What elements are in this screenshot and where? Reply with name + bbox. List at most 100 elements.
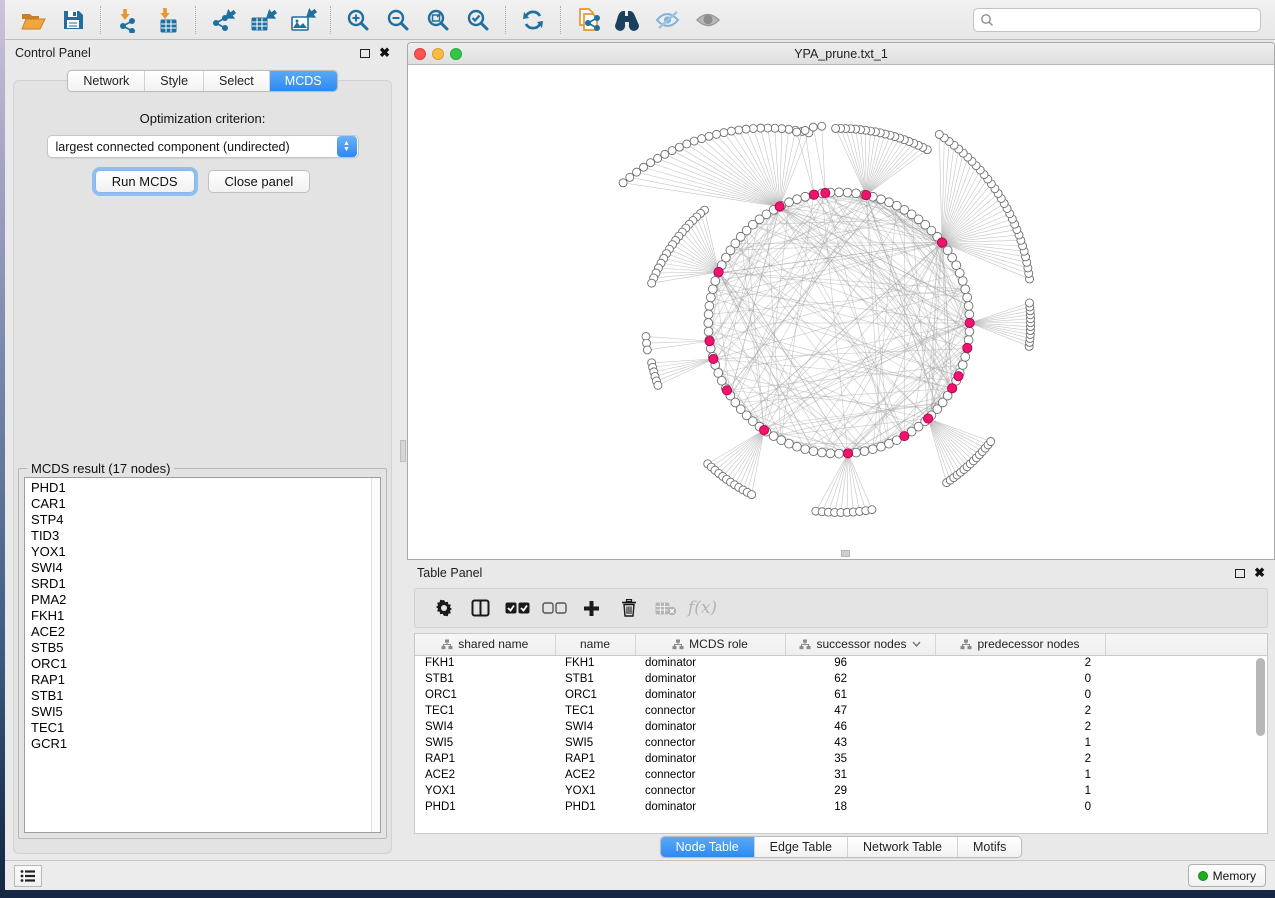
tab-network-table[interactable]: Network Table: [848, 837, 958, 857]
tab-edge-table[interactable]: Edge Table: [755, 837, 848, 857]
mcds-result-item[interactable]: PMA2: [31, 592, 371, 608]
mcds-result-item[interactable]: CAR1: [31, 496, 371, 512]
splitter-grip[interactable]: [400, 440, 406, 462]
table-row[interactable]: RAP1RAP1dominator352: [415, 751, 1267, 767]
node-table[interactable]: shared namenameMCDS rolesuccessor nodesp…: [414, 633, 1268, 834]
mcds-node[interactable]: [821, 188, 830, 197]
first-neighbors-button[interactable]: [608, 3, 648, 37]
import-table-button[interactable]: [148, 3, 188, 37]
close-panel-button[interactable]: Close panel: [208, 170, 311, 193]
save-session-button[interactable]: [53, 3, 93, 37]
mcds-node[interactable]: [722, 386, 731, 395]
column-header-MCDS-role[interactable]: MCDS role: [635, 634, 785, 655]
mcds-result-item[interactable]: STP4: [31, 512, 371, 528]
search-box[interactable]: [973, 8, 1261, 32]
mcds-node[interactable]: [775, 202, 784, 211]
export-table-button[interactable]: [243, 3, 283, 37]
mcds-node[interactable]: [862, 191, 871, 200]
close-table-panel-icon[interactable]: ✖: [1254, 568, 1265, 578]
mcds-result-item[interactable]: STB5: [31, 640, 371, 656]
mcds-result-item[interactable]: FKH1: [31, 608, 371, 624]
mcds-list-scrollbar[interactable]: [371, 478, 380, 832]
table-row[interactable]: PHD1PHD1dominator180: [415, 799, 1267, 815]
tab-mcds[interactable]: MCDS: [270, 71, 337, 91]
open-session-button[interactable]: [13, 3, 53, 37]
mcds-node[interactable]: [963, 343, 972, 352]
show-panels-menu-button[interactable]: [14, 865, 42, 887]
mcds-result-item[interactable]: ACE2: [31, 624, 371, 640]
mcds-result-item[interactable]: SWI5: [31, 704, 371, 720]
zoom-in-button[interactable]: [338, 3, 378, 37]
table-row[interactable]: YOX1YOX1connector291: [415, 783, 1267, 799]
select-all-checkboxes-button[interactable]: [499, 592, 536, 624]
run-mcds-button[interactable]: Run MCDS: [95, 170, 195, 193]
mcds-result-item[interactable]: SRD1: [31, 576, 371, 592]
table-row[interactable]: STB1STB1dominator620: [415, 671, 1267, 687]
mcds-node[interactable]: [937, 238, 946, 247]
import-network-button[interactable]: [108, 3, 148, 37]
deselect-all-checkboxes-button[interactable]: [536, 592, 573, 624]
table-row[interactable]: SWI5SWI5connector431: [415, 735, 1267, 751]
mcds-node[interactable]: [714, 267, 723, 276]
mcds-node[interactable]: [709, 354, 718, 363]
tab-network[interactable]: Network: [68, 71, 145, 91]
mcds-result-item[interactable]: YOX1: [31, 544, 371, 560]
column-header-predecessor-nodes[interactable]: predecessor nodes: [935, 634, 1105, 655]
mcds-result-item[interactable]: PHD1: [31, 480, 371, 496]
mcds-node[interactable]: [948, 384, 957, 393]
tab-select[interactable]: Select: [204, 71, 270, 91]
tab-style[interactable]: Style: [145, 71, 204, 91]
tab-node-table[interactable]: Node Table: [661, 837, 755, 857]
memory-status-icon: [1198, 871, 1208, 881]
search-input[interactable]: [994, 13, 1254, 27]
mcds-result-item[interactable]: STB1: [31, 688, 371, 704]
mcds-node[interactable]: [965, 318, 974, 327]
table-row[interactable]: TEC1TEC1connector472: [415, 703, 1267, 719]
float-panel-icon[interactable]: [360, 49, 370, 58]
panel-splitter[interactable]: [400, 40, 406, 860]
column-header-name[interactable]: name: [555, 634, 635, 655]
table-scrollbar-thumb[interactable]: [1256, 658, 1265, 736]
table-row[interactable]: SWI4SWI4dominator462: [415, 719, 1267, 735]
mcds-node[interactable]: [705, 337, 714, 346]
mcds-result-list[interactable]: PHD1CAR1STP4TID3YOX1SWI4SRD1PMA2FKH1ACE2…: [24, 477, 381, 833]
network-table-splitter-grip[interactable]: [841, 550, 850, 557]
zoom-out-button[interactable]: [378, 3, 418, 37]
column-header-shared-name[interactable]: shared name: [415, 634, 555, 655]
apply-layout-button[interactable]: [513, 3, 553, 37]
memory-button[interactable]: Memory: [1188, 864, 1266, 887]
show-all-button[interactable]: [688, 3, 728, 37]
mcds-node[interactable]: [900, 432, 909, 441]
gear-button[interactable]: [425, 592, 462, 624]
network-canvas[interactable]: [408, 65, 1274, 559]
mcds-node[interactable]: [843, 449, 852, 458]
mcds-node[interactable]: [924, 414, 933, 423]
delete-button[interactable]: [610, 592, 647, 624]
mcds-result-item[interactable]: GCR1: [31, 736, 371, 752]
table-row[interactable]: ORC1ORC1dominator610: [415, 687, 1267, 703]
float-table-panel-icon[interactable]: [1235, 569, 1245, 578]
mcds-node[interactable]: [954, 372, 963, 381]
zoom-fit-button[interactable]: [418, 3, 458, 37]
duplicate-network-button[interactable]: [568, 3, 608, 37]
column-header-successor-nodes[interactable]: successor nodes: [785, 634, 935, 655]
zoom-selected-button[interactable]: [458, 3, 498, 37]
mcds-result-item[interactable]: ORC1: [31, 656, 371, 672]
mcds-result-item[interactable]: TID3: [31, 528, 371, 544]
export-image-button[interactable]: [283, 3, 323, 37]
table-row[interactable]: FKH1FKH1dominator962: [415, 655, 1267, 671]
mcds-result-item[interactable]: TEC1: [31, 720, 371, 736]
table-row[interactable]: ACE2ACE2connector311: [415, 767, 1267, 783]
add-button[interactable]: [573, 592, 610, 624]
tab-motifs[interactable]: Motifs: [958, 837, 1021, 857]
export-network-button[interactable]: [203, 3, 243, 37]
hide-selected-button[interactable]: [648, 3, 688, 37]
split-pane-button[interactable]: [462, 592, 499, 624]
network-window-titlebar[interactable]: YPA_prune.txt_1: [408, 43, 1274, 65]
close-panel-icon[interactable]: ✖: [379, 48, 390, 58]
mcds-node[interactable]: [759, 425, 768, 434]
mcds-result-item[interactable]: RAP1: [31, 672, 371, 688]
optimization-criterion-dropdown[interactable]: largest connected component (undirected)…: [47, 135, 359, 158]
mcds-node[interactable]: [809, 190, 818, 199]
mcds-result-item[interactable]: SWI4: [31, 560, 371, 576]
